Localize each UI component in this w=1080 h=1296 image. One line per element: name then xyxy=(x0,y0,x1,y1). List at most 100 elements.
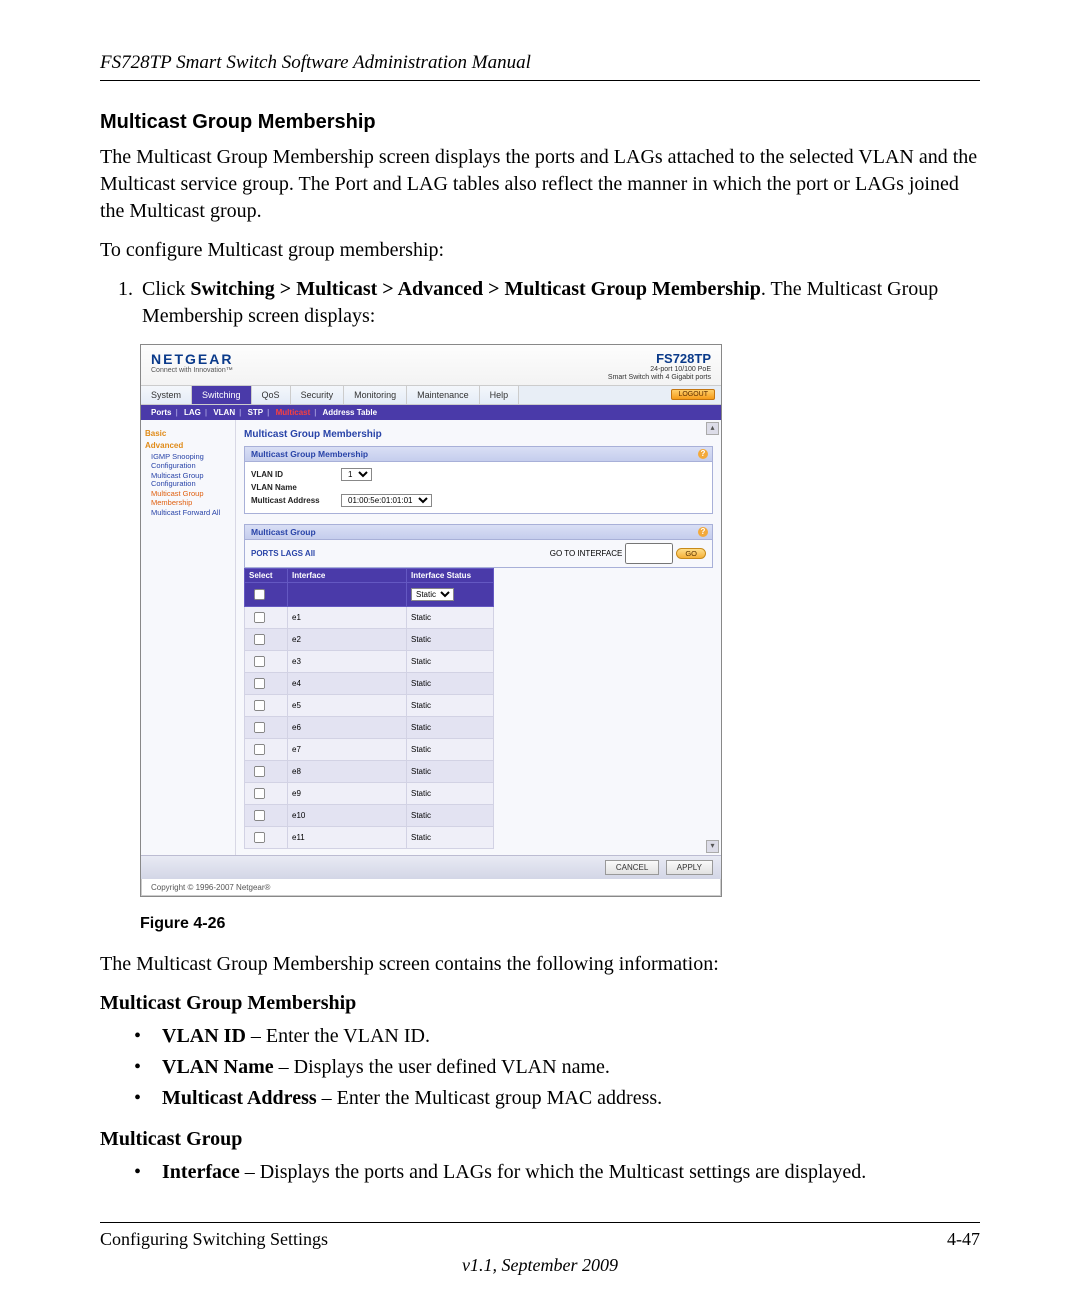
tab-monitoring[interactable]: Monitoring xyxy=(344,386,407,404)
tab-switching[interactable]: Switching xyxy=(192,386,252,404)
logout-button[interactable]: LOGOUT xyxy=(671,389,715,400)
sidebar-item-mcast-group-membership[interactable]: Multicast Group Membership xyxy=(151,490,231,507)
tab-qos[interactable]: QoS xyxy=(252,386,291,404)
scroll-down-icon[interactable]: ▾ xyxy=(706,840,719,853)
sidebar: Basic Advanced IGMP Snooping Configurati… xyxy=(141,420,236,855)
row-checkbox[interactable] xyxy=(254,700,265,711)
sidebar-cat-basic[interactable]: Basic xyxy=(145,429,231,438)
row-interface: e10 xyxy=(288,805,407,827)
cancel-button[interactable]: CANCEL xyxy=(605,860,659,875)
table-row: e6Static xyxy=(245,717,494,739)
bullet-vlan-name-term: VLAN Name xyxy=(162,1056,274,1078)
tab-help[interactable]: Help xyxy=(480,386,520,404)
vlan-id-select[interactable]: 1 xyxy=(341,468,372,481)
footer-left: Configuring Switching Settings xyxy=(100,1229,328,1250)
ports-lags-all[interactable]: PORTS LAGS All xyxy=(251,549,315,558)
bullet-mcast-addr-term: Multicast Address xyxy=(162,1087,317,1109)
subnav-ports[interactable]: Ports xyxy=(151,408,171,417)
row-checkbox[interactable] xyxy=(254,634,265,645)
row-checkbox[interactable] xyxy=(254,744,265,755)
bullet-vlan-id-desc: – Enter the VLAN ID. xyxy=(246,1025,430,1047)
row-checkbox[interactable] xyxy=(254,722,265,733)
model-name: FS728TP xyxy=(608,351,711,366)
help-icon-2[interactable]: ? xyxy=(698,527,708,537)
table-row: e11Static xyxy=(245,827,494,849)
row-checkbox[interactable] xyxy=(254,612,265,623)
sidebar-cat-advanced[interactable]: Advanced xyxy=(145,441,231,450)
multicast-address-select[interactable]: 01:00:5e:01:01:01 xyxy=(341,494,432,507)
status-filter-select[interactable]: Static xyxy=(411,588,454,601)
table-row: e9Static xyxy=(245,783,494,805)
row-interface: e5 xyxy=(288,695,407,717)
content-heading: Multicast Group Membership xyxy=(244,429,713,440)
goto-interface-input[interactable] xyxy=(625,543,673,564)
vlan-name-label: VLAN Name xyxy=(251,483,341,492)
figure-header: NETGEAR Connect with Innovation™ FS728TP… xyxy=(141,345,721,385)
figure-caption: Figure 4-26 xyxy=(140,915,980,933)
copyright: Copyright © 1996-2007 Netgear® xyxy=(141,879,721,896)
content-pane: ▴ Multicast Group Membership Multicast G… xyxy=(236,420,721,855)
subnav-multicast[interactable]: Multicast xyxy=(276,408,311,417)
tab-security[interactable]: Security xyxy=(291,386,345,404)
model-sub-2: Smart Switch with 4 Gigabit ports xyxy=(608,374,711,382)
table-row: e5Static xyxy=(245,695,494,717)
row-status: Static xyxy=(407,673,494,695)
scroll-up-icon[interactable]: ▴ xyxy=(706,422,719,435)
row-interface: e8 xyxy=(288,761,407,783)
subnav-stp[interactable]: STP xyxy=(248,408,264,417)
section-title: Multicast Group Membership xyxy=(100,111,980,134)
help-icon[interactable]: ? xyxy=(698,449,708,459)
footer-center: v1.1, September 2009 xyxy=(0,1255,1080,1276)
row-status: Static xyxy=(407,739,494,761)
tab-maintenance[interactable]: Maintenance xyxy=(407,386,480,404)
select-all-checkbox[interactable] xyxy=(254,589,265,600)
brand-logo: NETGEAR xyxy=(151,351,233,367)
panel-multicast-group-header: Multicast Group ? xyxy=(244,524,713,540)
row-status: Static xyxy=(407,827,494,849)
row-status: Static xyxy=(407,695,494,717)
row-checkbox[interactable] xyxy=(254,810,265,821)
subnav-address-table[interactable]: Address Table xyxy=(322,408,377,417)
sidebar-item-mcast-forward-all[interactable]: Multicast Forward All xyxy=(151,509,231,517)
step-1: Click Switching > Multicast > Advanced >… xyxy=(138,276,980,330)
subnav-vlan[interactable]: VLAN xyxy=(213,408,235,417)
bullet-interface-desc: – Displays the ports and LAGs for which … xyxy=(240,1161,867,1183)
bullet-vlan-name-desc: – Displays the user defined VLAN name. xyxy=(274,1056,610,1078)
step-text-a: Click xyxy=(142,278,190,300)
subnav: Ports| LAG| VLAN| STP| Multicast| Addres… xyxy=(141,405,721,420)
subhead-membership: Multicast Group Membership xyxy=(100,992,980,1015)
table-row: e8Static xyxy=(245,761,494,783)
go-button[interactable]: GO xyxy=(676,548,706,559)
panel-membership-header: Multicast Group Membership ? xyxy=(244,446,713,462)
row-status: Static xyxy=(407,805,494,827)
row-checkbox[interactable] xyxy=(254,832,265,843)
head-rule xyxy=(100,80,980,81)
bottom-bar: CANCEL APPLY xyxy=(141,855,721,879)
multicast-address-label: Multicast Address xyxy=(251,496,341,505)
col-select: Select xyxy=(245,569,288,583)
row-status: Static xyxy=(407,607,494,629)
tab-system[interactable]: System xyxy=(141,386,192,404)
row-interface: e2 xyxy=(288,629,407,651)
bullet-vlan-id-term: VLAN ID xyxy=(162,1025,246,1047)
row-checkbox[interactable] xyxy=(254,656,265,667)
page-footer: Configuring Switching Settings 4-47 xyxy=(100,1222,980,1250)
goto-interface-label: GO TO INTERFACE xyxy=(550,549,623,558)
table-row: e7Static xyxy=(245,739,494,761)
sidebar-item-igmp-snooping[interactable]: IGMP Snooping Configuration xyxy=(151,453,231,470)
row-checkbox[interactable] xyxy=(254,678,265,689)
subhead-group: Multicast Group xyxy=(100,1128,980,1151)
step-list: Click Switching > Multicast > Advanced >… xyxy=(100,276,980,330)
table-row: e3Static xyxy=(245,651,494,673)
row-interface: e4 xyxy=(288,673,407,695)
col-interface: Interface xyxy=(288,569,407,583)
table-row: e10Static xyxy=(245,805,494,827)
row-checkbox[interactable] xyxy=(254,788,265,799)
sidebar-item-mcast-group-config[interactable]: Multicast Group Configuration xyxy=(151,472,231,489)
membership-form: VLAN ID 1 VLAN Name Multicast Address 01… xyxy=(244,462,713,514)
bullets-membership: VLAN ID – Enter the VLAN ID. VLAN Name –… xyxy=(100,1021,980,1114)
apply-button[interactable]: APPLY xyxy=(666,860,713,875)
subnav-lag[interactable]: LAG xyxy=(184,408,201,417)
row-checkbox[interactable] xyxy=(254,766,265,777)
row-interface: e3 xyxy=(288,651,407,673)
